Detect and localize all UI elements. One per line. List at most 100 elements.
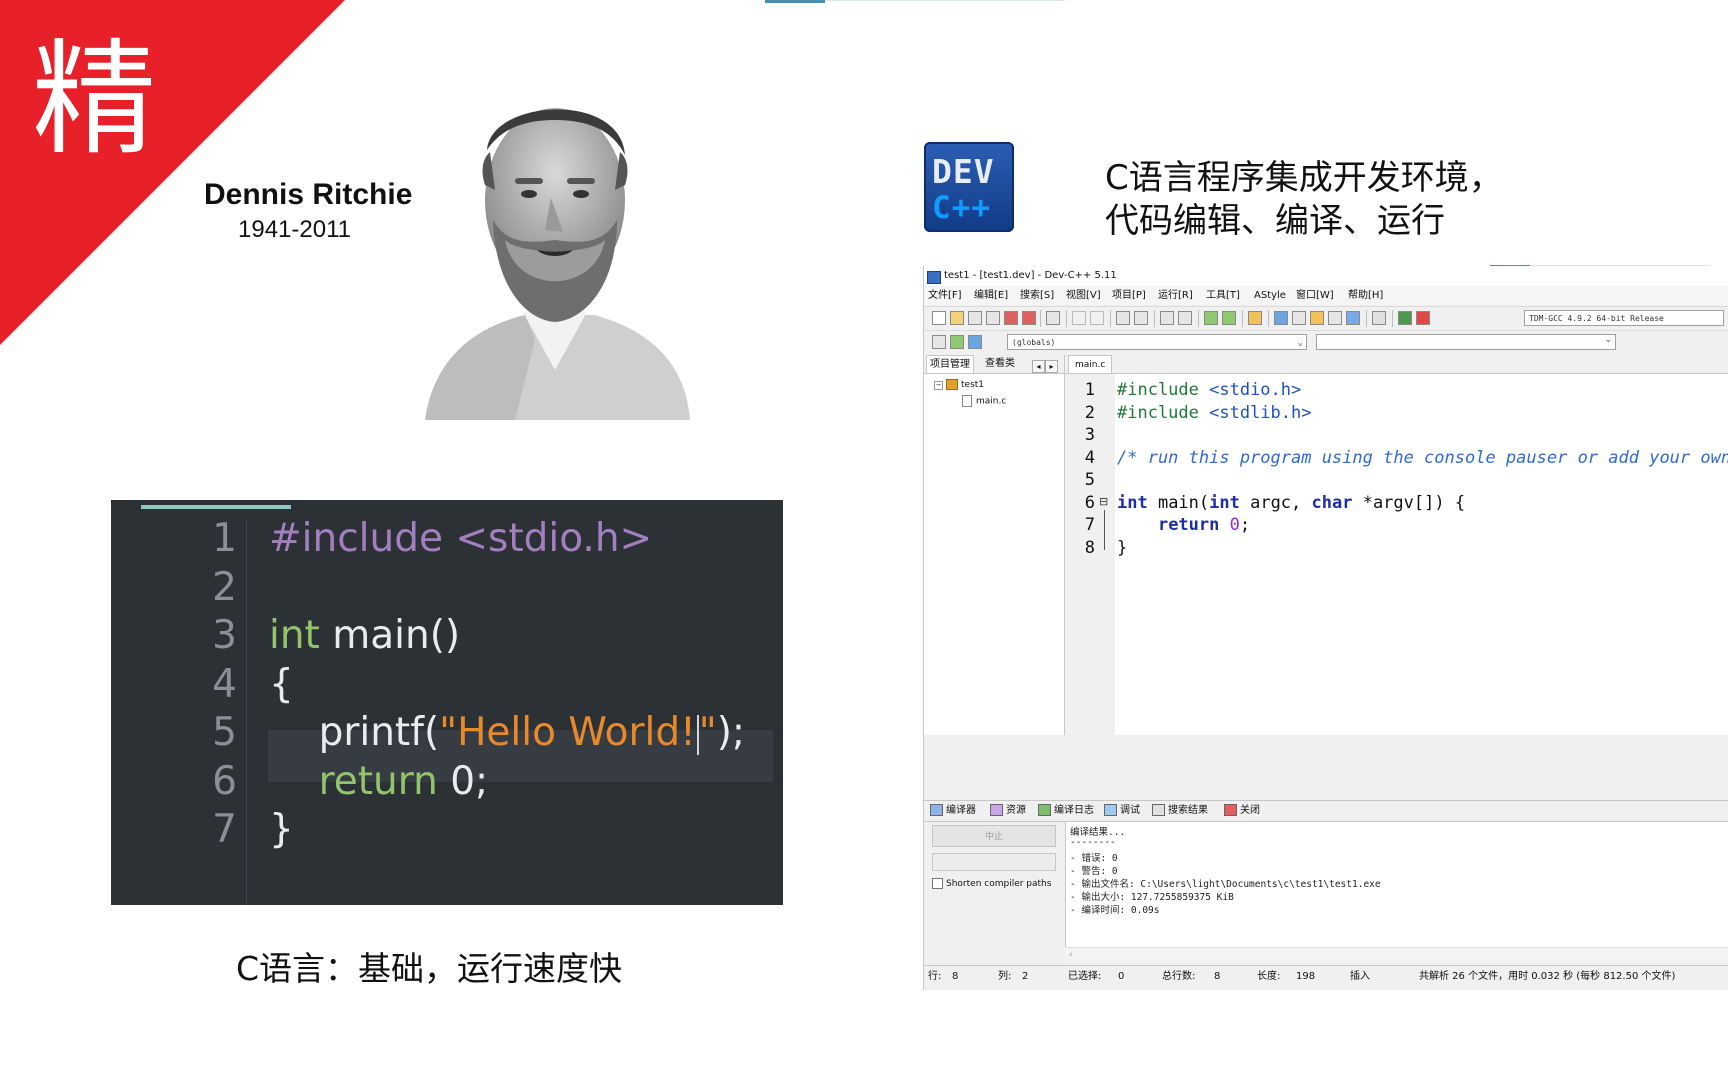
menu-edit[interactable]: 编辑[E] <box>974 287 1008 305</box>
editor-token: return <box>1157 515 1220 535</box>
log-line: - 输出大小: 127.7255859375 KiB <box>1070 892 1234 903</box>
menu-file[interactable]: 文件[F] <box>928 287 962 305</box>
bookmark-icon[interactable] <box>968 335 982 349</box>
open-icon[interactable] <box>950 311 964 325</box>
code-token: return <box>318 758 438 804</box>
editor-line-number: 5 <box>1084 470 1095 490</box>
compile-icon[interactable] <box>1274 311 1288 325</box>
close-all-icon[interactable] <box>1022 311 1036 325</box>
tree-item-project[interactable]: − test1 <box>934 379 984 390</box>
project-icon <box>946 379 958 390</box>
delete-profile-icon[interactable] <box>1416 311 1430 325</box>
compiler-icon <box>930 804 943 816</box>
caption-c-language: C语言：基础，运行速度快 <box>236 949 623 988</box>
log-line: - 警告: 0 <box>1070 866 1118 877</box>
run-icon[interactable] <box>1292 311 1306 325</box>
tab-classes[interactable]: 查看类 <box>982 355 1018 373</box>
editor-line-text: } <box>1117 536 1127 560</box>
checkbox-icon[interactable] <box>932 878 943 889</box>
save-all-icon[interactable] <box>986 311 1000 325</box>
find-icon[interactable] <box>1116 311 1130 325</box>
menu-view[interactable]: 视图[V] <box>1066 287 1101 305</box>
compile-run-icon[interactable] <box>1310 311 1324 325</box>
status-row: 8 <box>952 971 959 982</box>
editor-line-text: #include <stdlib.h> <box>1117 401 1311 425</box>
unindent-icon[interactable] <box>1178 311 1192 325</box>
chevron-left-icon[interactable]: ◂ <box>1032 360 1045 373</box>
toolbar-separator <box>1366 310 1367 327</box>
member-select[interactable]: ⌄ <box>1316 334 1616 350</box>
status-sel: 0 <box>1118 971 1125 982</box>
scroll-left-icon[interactable]: ‹ <box>1069 950 1073 960</box>
tab-compiler[interactable]: 编译器 <box>930 801 976 821</box>
chevron-right-icon[interactable]: ▸ <box>1045 360 1058 373</box>
status-mode: 插入 <box>1350 971 1370 982</box>
line-number: 3 <box>212 613 237 658</box>
new-file-icon[interactable] <box>932 311 946 325</box>
insert-icon[interactable] <box>950 335 964 349</box>
menu-search[interactable]: 搜索[S] <box>1020 287 1054 305</box>
editor-line: 5 <box>1065 468 1728 492</box>
blank-button[interactable] <box>932 853 1056 871</box>
stop-execution-icon[interactable] <box>1372 311 1386 325</box>
tab-project[interactable]: 项目管理 <box>926 355 974 373</box>
rebuild-icon[interactable] <box>1328 311 1342 325</box>
remove-from-project-icon[interactable] <box>1222 311 1236 325</box>
editor-token: int <box>1117 492 1148 513</box>
indent-icon[interactable] <box>1160 311 1174 325</box>
code-line: 6 return 0; <box>111 755 783 808</box>
scope-select[interactable]: (globals) ⌄ <box>1007 334 1307 350</box>
tab-close-label: 关闭 <box>1240 805 1260 816</box>
compiler-select[interactable]: TDM-GCC 4.9.2 64-bit Release <box>1524 310 1724 326</box>
compile-log[interactable]: 编译结果... -------- - 错误: 0 - 警告: 0 - 输出文件名: C:… <box>1065 821 1728 948</box>
menu-astyle[interactable]: AStyle <box>1254 287 1286 305</box>
status-len: 198 <box>1296 971 1316 982</box>
debug-icon[interactable] <box>1346 311 1360 325</box>
collapse-icon[interactable]: − <box>934 381 943 390</box>
save-icon[interactable] <box>968 311 982 325</box>
menu-run[interactable]: 运行[R] <box>1158 287 1193 305</box>
menu-help[interactable]: 帮助[H] <box>1348 287 1383 305</box>
code-example-panel: 1 #include <stdio.h> 2 3 int main() 4{5 print… <box>111 500 783 905</box>
menu-tools[interactable]: 工具[T] <box>1206 287 1240 305</box>
menu-project[interactable]: 项目[P] <box>1112 287 1146 305</box>
status-len-label: 长度: <box>1257 971 1281 982</box>
tab-compile-log[interactable]: 编译日志 <box>1038 801 1094 821</box>
fold-line <box>1104 510 1105 550</box>
app-icon <box>927 271 941 284</box>
print-icon[interactable] <box>1046 311 1060 325</box>
undo-icon[interactable] <box>1072 311 1086 325</box>
editor-token <box>1117 515 1158 535</box>
devcpp-logo-text-bottom: C++ <box>932 190 991 226</box>
compile-log-scrollbar[interactable]: ‹ <box>1065 947 1728 962</box>
tab-search-results[interactable]: 搜索结果 <box>1152 801 1208 821</box>
ide-title-line1: C语言程序集成开发环境， <box>1105 158 1503 198</box>
tab-main-c[interactable]: main.c <box>1068 355 1113 373</box>
close-file-icon[interactable] <box>1004 311 1018 325</box>
replace-icon[interactable] <box>1134 311 1148 325</box>
tab-close[interactable]: 关闭 <box>1224 801 1260 821</box>
stop-compile-button[interactable]: 中止 <box>932 825 1056 847</box>
code-token: { <box>269 661 294 707</box>
window-titlebar[interactable]: test1 - [test1.dev] - Dev-C++ 5.11 <box>924 266 1728 286</box>
editor-line: 6 int main(int argc, char *argv[]) { <box>1065 491 1728 515</box>
menu-window[interactable]: 窗口[W] <box>1296 287 1334 305</box>
editor-token: <stdlib.h> <box>1209 402 1312 423</box>
new-class-icon[interactable] <box>932 335 946 349</box>
shorten-paths-checkbox[interactable]: Shorten compiler paths <box>932 878 1051 889</box>
redo-icon[interactable] <box>1090 311 1104 325</box>
tab-debug[interactable]: 调试 <box>1104 801 1140 821</box>
tab-resources[interactable]: 资源 <box>990 801 1026 821</box>
profile-icon[interactable] <box>1398 311 1412 325</box>
log-line: - 错误: 0 <box>1070 853 1118 864</box>
fold-icon[interactable]: ⊟ <box>1099 495 1108 508</box>
ide-title-line2: 代码编辑、编译、运行 <box>1105 201 1445 241</box>
code-editor[interactable]: 1 #include <stdio.h> 2 #include <stdlib.h> 3… <box>1065 374 1728 735</box>
code-text: int main() <box>269 609 460 662</box>
ritchie-portrait <box>425 108 690 420</box>
add-to-project-icon[interactable] <box>1204 311 1218 325</box>
editor-line-number: 8 <box>1084 537 1095 558</box>
tree-item-file[interactable]: main.c <box>962 395 1006 407</box>
editor-line-text: return 0; <box>1117 513 1250 537</box>
project-options-icon[interactable] <box>1248 311 1262 325</box>
